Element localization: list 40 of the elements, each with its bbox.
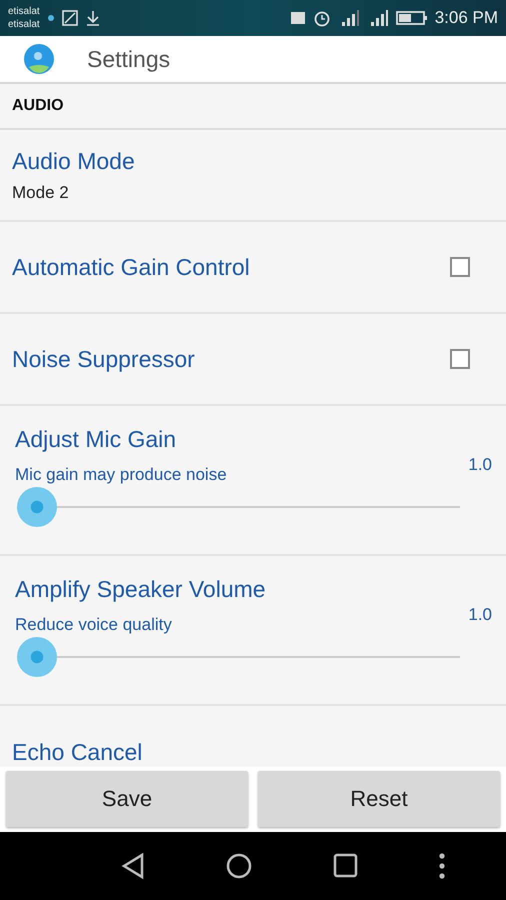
slider-thumb[interactable] <box>17 637 57 677</box>
preference-summary: Reduce voice quality <box>15 615 172 635</box>
checkbox[interactable] <box>450 257 470 277</box>
image-icon <box>62 10 78 26</box>
carrier-name: etisalat <box>8 5 40 18</box>
checkbox[interactable] <box>450 349 470 369</box>
clock-time: 3:06 PM <box>434 8 498 28</box>
preference-summary: Mic gain may produce noise <box>15 465 227 485</box>
section-header: AUDIO <box>0 84 506 130</box>
preference-item[interactable]: Adjust Mic Gain Mic gain may produce noise 1.0 <box>0 406 506 556</box>
preference-item[interactable]: Amplify Speaker Volume Reduce voice quality 1.0 <box>0 556 506 706</box>
preference-item[interactable]: Automatic Gain Control <box>0 222 506 314</box>
slider-thumb[interactable] <box>17 487 57 527</box>
screen-title: Settings <box>87 46 170 72</box>
preference-item[interactable]: Noise Suppressor <box>0 314 506 406</box>
battery-icon <box>396 10 428 26</box>
action-button[interactable]: Reset <box>258 771 500 827</box>
app-logo-icon <box>23 43 55 75</box>
recents-icon[interactable] <box>332 853 359 879</box>
action-button[interactable]: Save <box>6 771 248 827</box>
preference-item[interactable]: Echo Cancel <box>0 706 506 767</box>
preference-value: Mode 2 <box>12 182 70 202</box>
slider-value: 1.0 <box>468 605 492 625</box>
preference-title: Amplify Speaker Volume <box>15 576 267 603</box>
carrier-name: etisalat <box>8 18 40 31</box>
slider[interactable] <box>17 637 460 677</box>
preference-title: Adjust Mic Gain <box>15 426 178 453</box>
preference-title: Automatic Gain Control <box>12 254 250 280</box>
preference-item[interactable]: Audio Mode Mode 2 <box>0 130 506 222</box>
download-icon <box>84 10 101 26</box>
preference-title: Audio Mode <box>12 148 136 174</box>
home-icon[interactable] <box>225 852 254 880</box>
more-icon[interactable] <box>438 852 446 880</box>
slider[interactable] <box>17 487 460 527</box>
back-icon[interactable] <box>120 852 146 880</box>
slider-value: 1.0 <box>468 455 492 475</box>
alarm-icon <box>312 9 331 27</box>
preference-title: Echo Cancel <box>12 739 144 766</box>
dot-icon <box>46 14 55 22</box>
preference-title: Noise Suppressor <box>12 346 195 372</box>
